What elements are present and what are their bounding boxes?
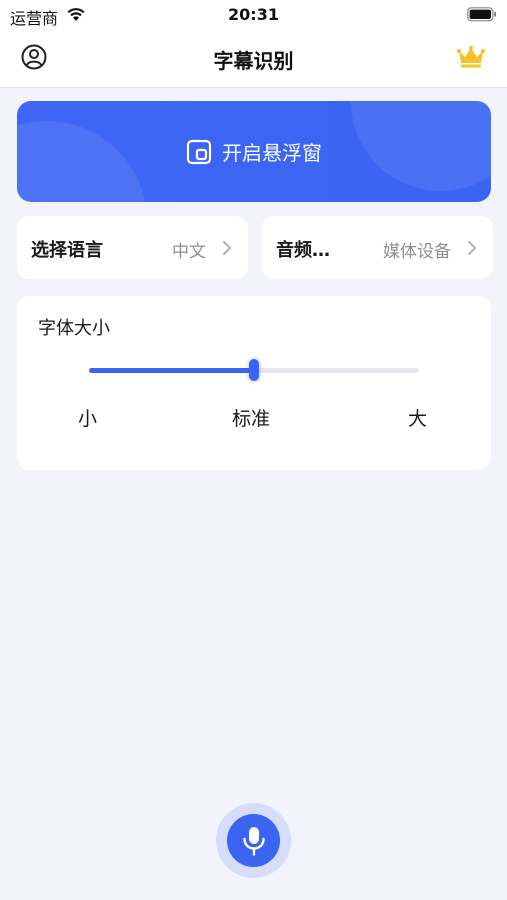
font-size-standard-label: 标准: [232, 408, 271, 430]
audio-source-selector[interactable]: 音频… 媒体设备: [262, 216, 493, 279]
language-label: 选择语言: [31, 240, 103, 261]
banner-decoration: [351, 101, 491, 191]
top-header: 运营商 20:31 字幕识别: [0, 0, 507, 88]
microphone-icon: [242, 826, 265, 856]
slider-fill: [89, 368, 254, 373]
microphone-button[interactable]: [216, 803, 291, 878]
crown-icon[interactable]: [457, 45, 485, 69]
font-size-card: 字体大小 小 标准 大: [17, 296, 491, 470]
microphone-button-inner: [227, 814, 280, 867]
language-value: 中文: [172, 242, 206, 262]
chevron-right-icon: [468, 241, 476, 255]
nav-bar: 字幕识别: [0, 30, 507, 88]
banner-decoration: [17, 121, 147, 202]
font-size-small-label: 小: [78, 408, 98, 430]
floating-window-icon: [186, 139, 212, 164]
status-bar: 运营商 20:31: [0, 0, 507, 30]
font-size-large-label: 大: [408, 408, 428, 430]
status-time: 20:31: [228, 5, 279, 24]
audio-source-label: 音频…: [276, 240, 330, 261]
battery-icon: [467, 7, 496, 22]
language-selector[interactable]: 选择语言 中文: [17, 216, 248, 279]
font-size-title: 字体大小: [38, 318, 110, 339]
font-size-slider[interactable]: [89, 359, 419, 381]
page-title: 字幕识别: [213, 49, 294, 73]
banner-content: 开启悬浮窗: [186, 137, 322, 166]
slider-thumb[interactable]: [249, 359, 259, 381]
chevron-right-icon: [223, 241, 231, 255]
floating-window-button[interactable]: 开启悬浮窗: [17, 101, 491, 202]
banner-label: 开启悬浮窗: [222, 141, 322, 165]
audio-source-value: 媒体设备: [383, 242, 451, 262]
